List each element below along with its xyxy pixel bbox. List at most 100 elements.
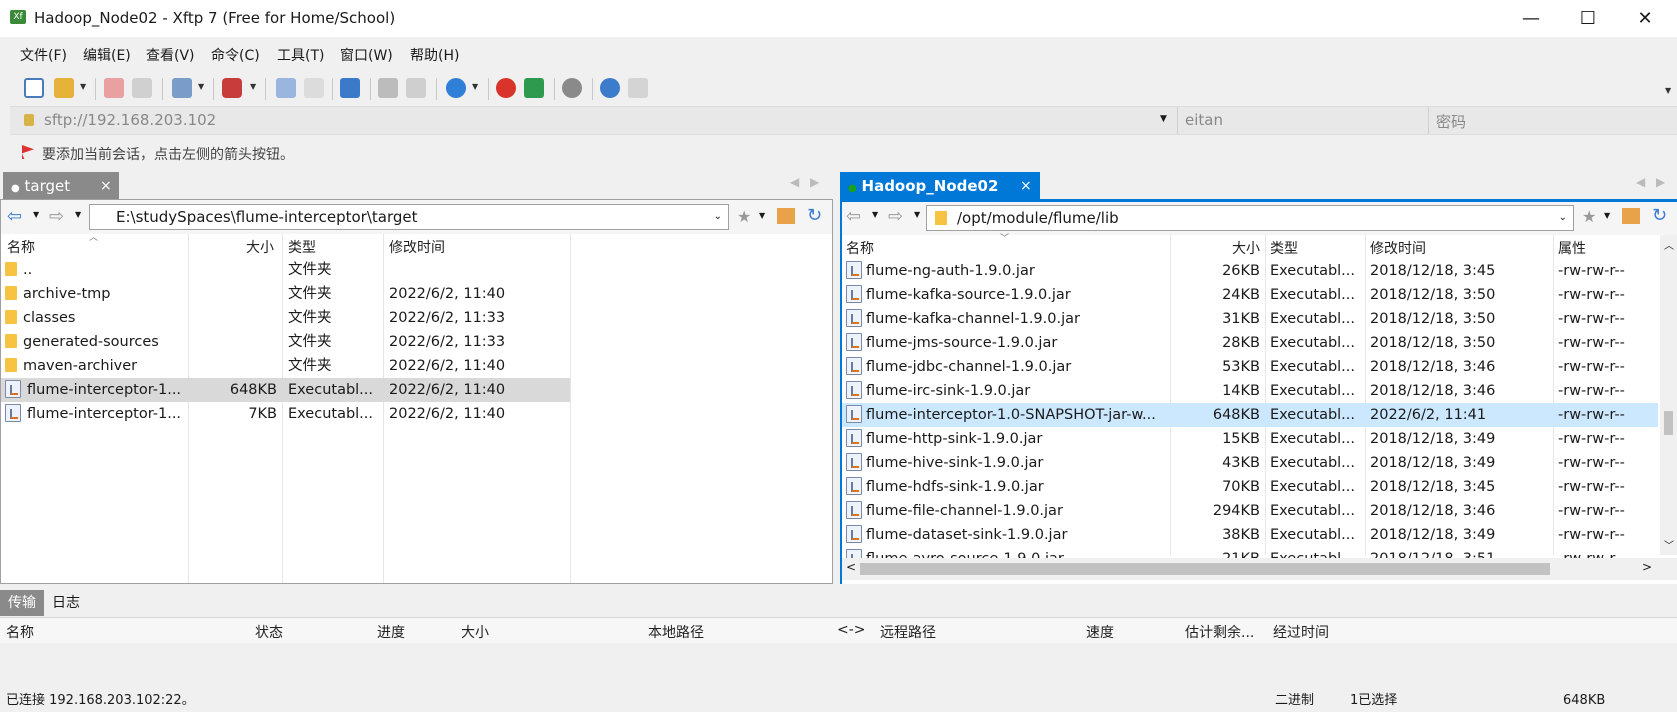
tab-close-icon[interactable]: × [1020,172,1032,200]
table-row[interactable]: flume-hdfs-sink-1.9.0.jar 70KB Executabl..… [842,475,1658,499]
table-row[interactable]: flume-interceptor-1... 648KB Executabl... 2… [1,378,570,402]
download-icon[interactable] [304,78,324,98]
back-arrow-icon[interactable]: ⇦ [7,206,22,227]
table-row[interactable]: classes 文件夹 2022/6/2, 11:33 [1,306,570,330]
col-size[interactable]: 大小 [461,622,489,642]
table-row[interactable]: flume-irc-sink-1.9.0.jar 14KB Executabl...… [842,379,1658,403]
chevron-down-icon[interactable]: ▼ [250,82,256,91]
chevron-down-icon[interactable]: ▼ [198,82,204,91]
col-speed[interactable]: 速度 [1086,622,1114,642]
copy-icon[interactable] [378,78,398,98]
chevron-down-icon[interactable]: ▼ [759,211,765,220]
tab-scroll-left-icon[interactable]: ◀ [790,175,799,189]
col-name[interactable]: 名称 [7,237,35,257]
upload-icon[interactable] [276,78,296,98]
scroll-down-icon[interactable]: ﹀ [1664,537,1674,552]
globe-icon[interactable] [446,78,466,98]
reconnect-icon[interactable] [132,78,152,98]
col-size[interactable]: 大小 [246,237,274,257]
menu-edit[interactable]: 编辑(E) [83,45,131,65]
col-name[interactable]: 名称 [6,622,34,642]
remote-path-input[interactable]: /opt/module/flume/lib ⌄ [926,205,1574,231]
table-row[interactable]: flume-hive-sink-1.9.0.jar 43KB Executabl..… [842,451,1658,475]
table-row[interactable]: generated-sources 文件夹 2022/6/2, 11:33 [1,330,570,354]
open-folder-icon[interactable] [54,78,74,98]
col-modified[interactable]: 修改时间 [389,237,445,257]
col-progress[interactable]: 进度 [377,622,405,642]
tab-scroll-left-icon[interactable]: ◀ [1636,175,1645,189]
back-arrow-icon[interactable]: ⇦ [846,206,861,227]
xshell-icon[interactable] [496,78,516,98]
chevron-down-icon[interactable]: ▼ [872,210,878,219]
scroll-up-icon[interactable]: ︿ [1664,237,1674,252]
transfer-icon[interactable] [222,78,242,98]
table-row[interactable]: flume-interceptor-1.0-SNAPSHOT-jar-w... 6… [842,403,1658,427]
table-row[interactable]: flume-jdbc-channel-1.9.0.jar 53KB Executab… [842,355,1658,379]
disconnect-icon[interactable] [104,78,124,98]
toolbar-overflow-icon[interactable]: ▼ [1665,86,1671,95]
col-local-path[interactable]: 本地路径 [648,622,704,642]
chevron-down-icon[interactable]: ⌄ [1559,206,1567,230]
host-input[interactable]: sftp://192.168.203.102 [44,111,216,129]
paste-icon[interactable] [406,78,426,98]
help-icon[interactable] [600,78,620,98]
menu-window[interactable]: 窗口(W) [340,45,393,65]
tab-scroll-right-icon[interactable]: ▶ [810,175,819,189]
username-input[interactable]: eitan [1185,111,1223,129]
scrollbar-thumb[interactable] [860,563,1550,575]
tab-log[interactable]: 日志 [44,590,88,616]
refresh-icon[interactable]: ↻ [807,205,822,226]
scroll-left-icon[interactable]: < [846,560,856,574]
vertical-scrollbar[interactable]: ︿ ﹀ [1660,235,1677,555]
scrollbar-thumb[interactable] [1664,411,1673,436]
table-row[interactable]: archive-tmp 文件夹 2022/6/2, 11:40 [1,282,570,306]
col-elapsed[interactable]: 经过时间 [1273,622,1329,642]
tab-close-icon[interactable]: × [100,172,112,200]
table-row[interactable]: flume-kafka-channel-1.9.0.jar 31KB Executa… [842,307,1658,331]
password-input[interactable]: 密码 [1436,111,1466,132]
xftp-icon[interactable] [524,78,544,98]
parent-folder-icon[interactable] [777,208,795,224]
col-name[interactable]: 名称 [846,238,874,258]
tab-remote-hadoop-node02[interactable]: ● Hadoop_Node02 × [840,172,1040,200]
col-modified[interactable]: 修改时间 [1370,238,1426,258]
menu-help[interactable]: 帮助(H) [410,45,459,65]
parent-folder-icon[interactable] [1622,208,1640,224]
scroll-right-icon[interactable]: > [1642,560,1652,574]
chat-icon[interactable] [628,78,648,98]
col-size[interactable]: 大小 [1232,238,1260,258]
transfer-mode[interactable]: 二进制 [1275,690,1314,712]
sync-arrows-icon[interactable] [340,78,360,98]
col-type[interactable]: 类型 [288,237,316,257]
chevron-down-icon[interactable]: ▼ [33,210,39,219]
table-row[interactable]: .. 文件夹 [1,258,570,282]
chevron-down-icon[interactable]: ▼ [914,210,920,219]
star-icon[interactable]: ★ [737,207,751,226]
menu-file[interactable]: 文件(F) [20,45,67,65]
gear-icon[interactable] [562,78,582,98]
table-row[interactable]: flume-interceptor-1... 7KB Executabl... 202… [1,402,570,426]
table-row[interactable]: flume-dataset-sink-1.9.0.jar 38KB Executab… [842,523,1658,547]
table-row[interactable]: flume-file-channel-1.9.0.jar 294KB Executa… [842,499,1658,523]
table-row[interactable]: flume-jms-source-1.9.0.jar 28KB Executabl.… [842,331,1658,355]
host-dropdown-icon[interactable]: ▼ [1160,114,1167,124]
tab-local-target[interactable]: ● target × [3,172,119,200]
forward-arrow-icon[interactable]: ⇨ [888,206,903,227]
chevron-down-icon[interactable]: ▼ [80,82,86,91]
forward-arrow-icon[interactable]: ⇨ [49,206,64,227]
close-button[interactable]: ✕ [1617,0,1673,37]
table-row[interactable]: flume-avro-source-1.9.0.jar 21KB Executabl… [842,547,1658,558]
horizontal-scrollbar[interactable]: < > [842,558,1677,580]
chevron-down-icon[interactable]: ⌄ [714,205,722,229]
local-path-input[interactable]: E:\studySpaces\flume-interceptor\target … [89,204,729,230]
chevron-down-icon[interactable]: ▼ [1604,211,1610,220]
table-row[interactable]: flume-ng-auth-1.9.0.jar 26KB Executabl... 2… [842,259,1658,283]
chevron-down-icon[interactable]: ▼ [472,82,478,91]
session-properties-icon[interactable] [172,78,192,98]
menu-tools[interactable]: 工具(T) [277,45,324,65]
menu-view[interactable]: 查看(V) [146,45,195,65]
new-session-icon[interactable] [24,78,44,98]
star-icon[interactable]: ★ [1582,207,1596,226]
table-row[interactable]: maven-archiver 文件夹 2022/6/2, 11:40 [1,354,570,378]
col-remote-path[interactable]: 远程路径 [880,622,936,642]
